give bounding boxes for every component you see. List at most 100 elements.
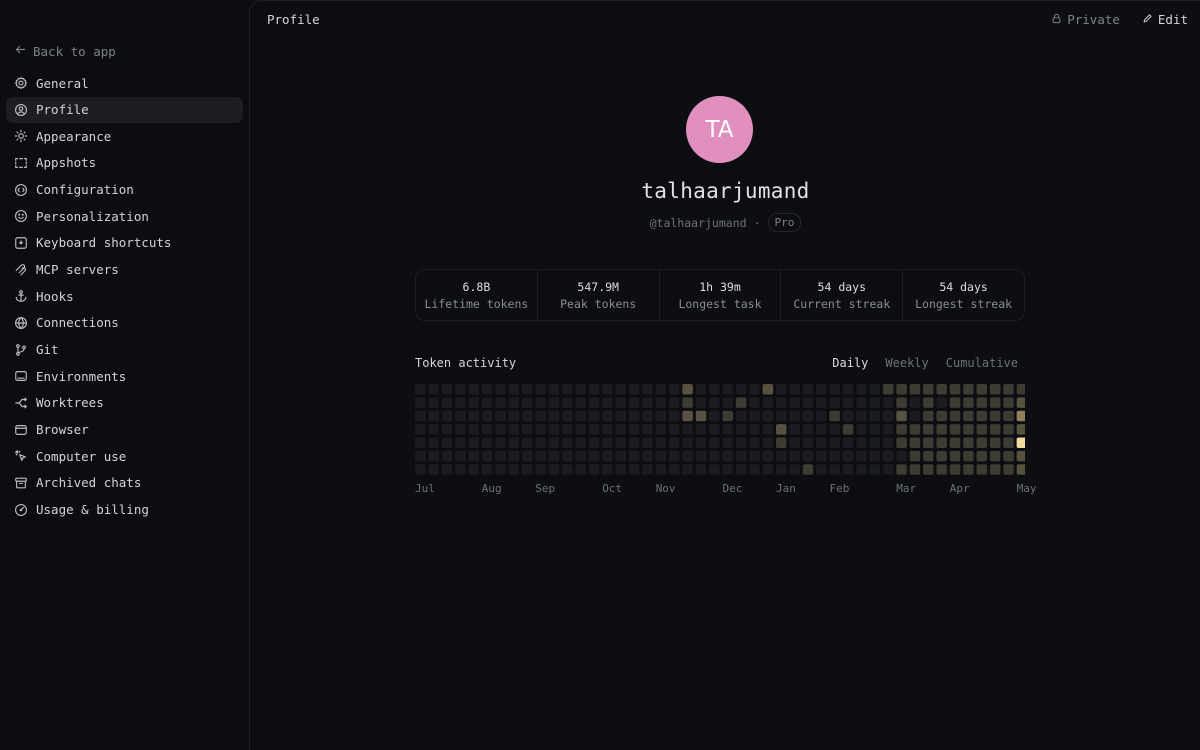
activity-cell <box>842 450 854 462</box>
activity-cell <box>562 397 573 408</box>
activity-cell <box>735 464 747 475</box>
activity-cell <box>588 410 600 422</box>
activity-cell <box>441 424 453 435</box>
activity-cell <box>455 437 466 448</box>
activity-cell <box>829 384 840 395</box>
activity-cell <box>682 384 693 395</box>
activity-cell <box>735 437 747 448</box>
private-toggle[interactable]: Private <box>1051 12 1120 27</box>
activity-cell <box>829 464 840 475</box>
sidebar-item-environments[interactable]: Environments <box>6 363 243 389</box>
activity-cell <box>481 410 493 422</box>
sidebar-item-general[interactable]: General <box>6 70 243 96</box>
activity-cell <box>789 410 800 422</box>
activity-cell <box>856 397 867 408</box>
tab-cumulative[interactable]: Cumulative <box>946 356 1018 370</box>
activity-cell <box>989 410 1001 422</box>
activity-cell <box>575 410 586 422</box>
activity-cell <box>508 450 520 462</box>
stat-current-streak: 54 days Current streak <box>781 270 904 320</box>
activity-cell <box>856 410 867 422</box>
activity-cell <box>949 424 961 435</box>
sidebar-item-worktrees[interactable]: Worktrees <box>6 390 243 416</box>
activity-cell <box>428 424 439 435</box>
sidebar-item-keyboard-shortcuts[interactable]: Keyboard shortcuts <box>6 230 243 256</box>
screenshot-frame-icon <box>14 156 28 170</box>
sidebar-item-profile[interactable]: Profile <box>6 96 243 123</box>
sidebar-item-configuration[interactable]: Configuration <box>6 177 243 203</box>
stat-label: Current streak <box>793 296 891 311</box>
sidebar-item-label: Appshots <box>36 155 97 171</box>
activity-cell <box>816 384 827 395</box>
activity-cell <box>682 397 693 408</box>
activity-cell <box>428 384 439 395</box>
activity-cell <box>989 384 1001 395</box>
activity-cell <box>963 410 974 422</box>
back-to-app-link[interactable]: Back to app <box>14 42 116 60</box>
activity-cell <box>669 450 680 462</box>
activity-cell <box>642 424 653 435</box>
activity-cell <box>508 437 520 448</box>
activity-cell <box>923 464 934 475</box>
activity-cell <box>1016 464 1025 475</box>
sidebar-item-personalization[interactable]: Personalization <box>6 203 243 229</box>
activity-cell <box>789 397 800 408</box>
activity-cell <box>481 464 493 475</box>
activity-cell <box>775 450 787 462</box>
activity-cell <box>481 397 493 408</box>
activity-cell <box>709 384 720 395</box>
sidebar-item-usage-billing[interactable]: Usage & billing <box>6 497 243 523</box>
activity-cell <box>682 424 693 435</box>
tab-weekly[interactable]: Weekly <box>885 356 928 370</box>
activity-cell <box>428 464 439 475</box>
activity-cell <box>735 424 747 435</box>
user-circle-icon <box>14 103 28 117</box>
sidebar-item-browser[interactable]: Browser <box>6 417 243 443</box>
sidebar-item-computer-use[interactable]: Computer use <box>6 443 243 469</box>
activity-cell <box>1016 450 1025 462</box>
activity-cell <box>722 424 734 435</box>
activity-cell <box>909 437 921 448</box>
activity-cell <box>869 437 881 448</box>
sidebar-item-git[interactable]: Git <box>6 337 243 363</box>
activity-cell <box>548 450 560 462</box>
activity-cell <box>521 424 533 435</box>
activity-cell <box>615 397 627 408</box>
activity-cell <box>695 397 707 408</box>
activity-cell <box>628 464 640 475</box>
activity-cell <box>802 384 814 395</box>
sidebar-item-mcp-servers[interactable]: MCP servers <box>6 257 243 283</box>
activity-cell <box>495 464 506 475</box>
activity-cell <box>923 397 934 408</box>
activity-cell <box>615 450 627 462</box>
activity-cell <box>548 437 560 448</box>
activity-cell <box>521 450 533 462</box>
activity-cell <box>775 437 787 448</box>
gear-icon <box>14 76 28 90</box>
month-label: Jul <box>415 482 435 495</box>
profile-panel: Profile Private Edit TA talhaarjumand @t… <box>249 0 1200 750</box>
activity-cell <box>816 450 827 462</box>
edit-button[interactable]: Edit <box>1142 12 1188 27</box>
sidebar-item-appearance[interactable]: Appearance <box>6 123 243 149</box>
mcp-icon <box>14 263 28 277</box>
activity-cell <box>816 464 827 475</box>
tab-daily[interactable]: Daily <box>832 356 868 370</box>
activity-cell <box>936 437 947 448</box>
activity-cell <box>789 450 800 462</box>
activity-cell <box>628 424 640 435</box>
private-label: Private <box>1067 12 1120 27</box>
activity-cell <box>655 424 667 435</box>
activity-cell <box>628 437 640 448</box>
sidebar-item-connections[interactable]: Connections <box>6 310 243 336</box>
activity-cell <box>802 464 814 475</box>
sidebar-item-archived-chats[interactable]: Archived chats <box>6 470 243 496</box>
sidebar-item-hooks[interactable]: Hooks <box>6 283 243 309</box>
page-title: Profile <box>267 12 320 27</box>
month-label: Dec <box>722 482 743 495</box>
activity-cell <box>441 450 453 462</box>
sidebar-item-appshots[interactable]: Appshots <box>6 150 243 176</box>
activity-cell <box>481 384 493 395</box>
activity-cell <box>749 397 760 408</box>
month-label: Nov <box>655 482 676 495</box>
